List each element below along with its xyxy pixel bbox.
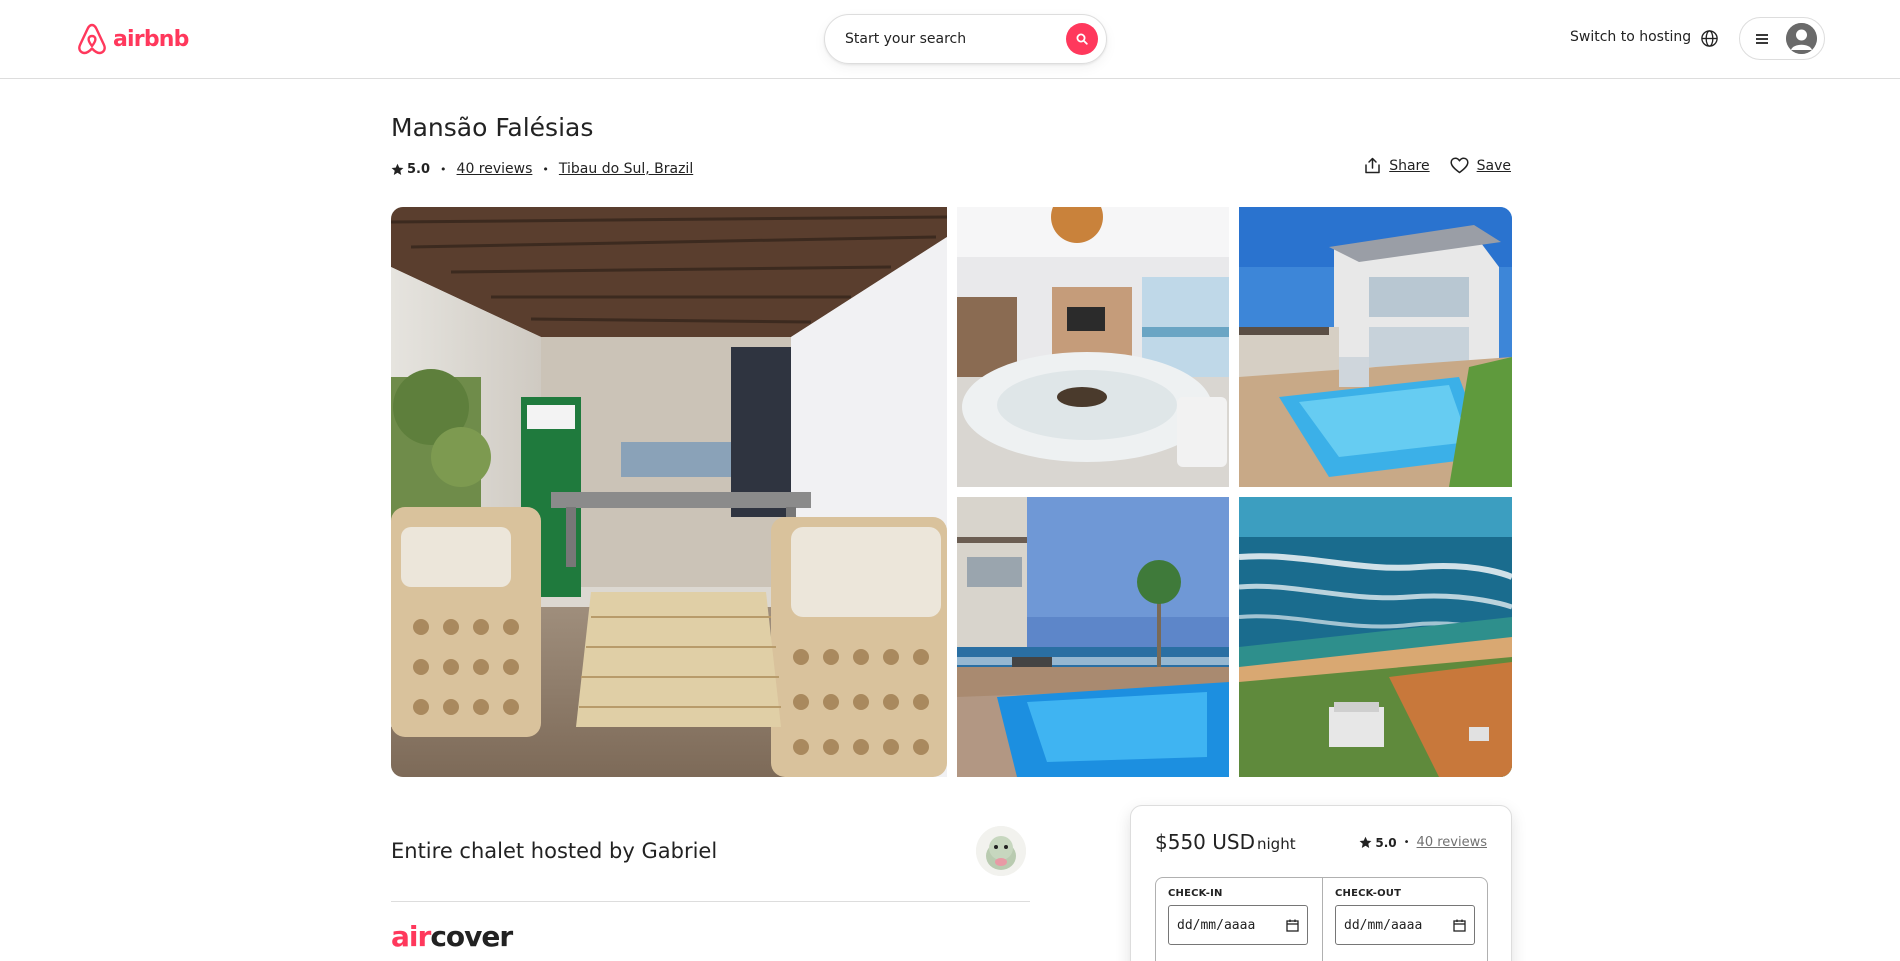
aircover-air: air	[391, 920, 431, 953]
aircover-cover: cover	[430, 920, 513, 953]
star-icon	[1359, 836, 1372, 848]
switch-to-hosting-link[interactable]: Switch to hosting	[1570, 29, 1691, 45]
listing-actions: Share Save	[1364, 157, 1511, 174]
user-avatar-icon	[1786, 23, 1817, 54]
separator-dot: •	[440, 162, 447, 176]
hamburger-menu-icon	[1756, 33, 1768, 44]
share-label: Share	[1389, 157, 1430, 174]
photo-dining-room[interactable]	[957, 207, 1229, 487]
reviews-link[interactable]: 40 reviews	[457, 161, 533, 177]
checkin-label: CHECK-IN	[1168, 888, 1223, 899]
location-link[interactable]: Tibau do Sul, Brazil	[559, 161, 693, 177]
date-separator	[1322, 878, 1323, 961]
photo-house-exterior[interactable]	[1239, 207, 1512, 487]
checkout-cell: CHECK-OUT dd/mm/aaaa	[1335, 888, 1475, 945]
user-menu-button[interactable]	[1739, 17, 1825, 60]
star-icon	[391, 163, 404, 175]
search-bar[interactable]: Start your search	[824, 14, 1107, 64]
booking-card: $550 USD night 5.0 • 40 reviews CHECK-IN …	[1130, 805, 1512, 961]
price-unit: night	[1257, 835, 1296, 853]
checkout-label: CHECK-OUT	[1335, 888, 1402, 899]
nightly-price: $550 USD night	[1155, 830, 1296, 854]
price-amount: $550 USD	[1155, 830, 1255, 854]
search-icon	[1076, 33, 1088, 45]
booking-reviews-link[interactable]: 40 reviews	[1417, 835, 1487, 850]
photo-patio-lounge[interactable]	[391, 207, 947, 777]
calendar-icon[interactable]	[1453, 919, 1466, 932]
photo-gallery	[391, 207, 1512, 777]
airbnb-logo-icon	[78, 23, 106, 55]
photo-aerial-beach[interactable]	[1239, 497, 1512, 777]
share-button[interactable]: Share	[1364, 157, 1430, 174]
search-placeholder: Start your search	[845, 31, 967, 47]
checkin-cell: CHECK-IN dd/mm/aaaa	[1168, 888, 1308, 945]
hosted-by-heading: Entire chalet hosted by Gabriel	[391, 839, 718, 863]
heart-icon	[1450, 157, 1469, 174]
save-button[interactable]: Save	[1450, 157, 1511, 174]
section-divider	[391, 901, 1030, 902]
logo-wordmark: airbnb	[113, 26, 189, 52]
calendar-icon[interactable]	[1286, 919, 1299, 932]
separator-dot: •	[542, 162, 549, 176]
airbnb-logo[interactable]: airbnb	[76, 22, 189, 56]
date-picker: CHECK-IN dd/mm/aaaa CHECK-OUT dd/mm/aaaa	[1155, 877, 1488, 961]
checkin-date-input[interactable]: dd/mm/aaaa	[1168, 905, 1308, 945]
checkout-date-input[interactable]: dd/mm/aaaa	[1335, 905, 1475, 945]
checkin-date-value: dd/mm/aaaa	[1177, 917, 1256, 933]
listing-meta: 5.0 • 40 reviews • Tibau do Sul, Brazil	[391, 161, 693, 177]
separator-dot: •	[1403, 837, 1410, 848]
photo-pool-ocean-view[interactable]	[957, 497, 1229, 777]
top-header: airbnb Start your search Switch to hosti…	[0, 0, 1900, 79]
save-label: Save	[1476, 157, 1511, 174]
share-icon	[1365, 157, 1380, 174]
checkout-date-value: dd/mm/aaaa	[1344, 917, 1423, 933]
globe-icon[interactable]	[1700, 29, 1719, 48]
search-button[interactable]	[1066, 23, 1098, 55]
listing-rating: 5.0	[407, 161, 431, 177]
booking-rating-value: 5.0	[1375, 835, 1397, 850]
aircover-logo: aircover	[391, 920, 513, 953]
host-avatar[interactable]	[976, 826, 1026, 876]
booking-rating: 5.0 • 40 reviews	[1359, 835, 1487, 850]
listing-title: Mansão Falésias	[391, 113, 594, 142]
